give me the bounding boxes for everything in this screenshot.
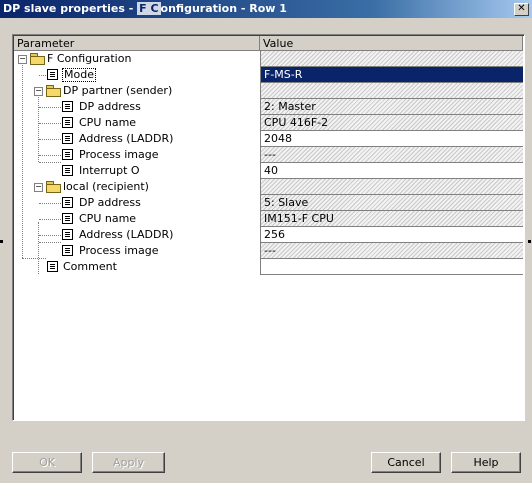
parameter-icon	[62, 101, 73, 112]
tree-line	[39, 242, 61, 243]
tree-line	[39, 155, 61, 156]
row-label: F Configuration	[47, 52, 132, 65]
row-label: local (recipient)	[63, 180, 149, 193]
tree-line	[39, 235, 61, 236]
parameter-icon	[62, 213, 73, 224]
row-label: Mode	[62, 68, 96, 82]
parameter-icon	[47, 69, 58, 80]
tree-line	[39, 107, 61, 108]
collapse-icon[interactable]: −	[34, 183, 43, 192]
row-label: DP partner (sender)	[63, 84, 173, 97]
tree-line	[39, 75, 46, 76]
tree-row-local-recipient[interactable]: − local (recipient)	[14, 179, 523, 195]
parameter-icon	[62, 165, 73, 176]
close-icon: ✕	[517, 3, 526, 14]
row-label: Address (LADDR)	[79, 228, 174, 241]
row-value[interactable]	[260, 259, 523, 275]
tree-line	[39, 203, 61, 204]
column-header-parameter[interactable]: Parameter	[14, 36, 260, 51]
row-value	[260, 179, 523, 195]
row-label: CPU name	[79, 116, 137, 129]
tree-row-comment[interactable]: Comment	[14, 259, 523, 275]
row-label: CPU name	[79, 212, 137, 225]
parameter-icon	[62, 197, 73, 208]
tree-row-cpu-name-local[interactable]: CPU name IM151-F CPU	[14, 211, 523, 227]
row-value: 2: Master	[260, 99, 523, 115]
row-label: DP address	[79, 196, 141, 209]
tree-row-address-laddr-local[interactable]: Address (LADDR) 256	[14, 227, 523, 243]
row-value[interactable]: 256	[260, 227, 523, 243]
tree-row-interrupt-ob[interactable]: Interrupt O 40	[14, 162, 523, 179]
help-button[interactable]: Help	[451, 452, 521, 473]
tree-line	[39, 123, 61, 124]
tree-row-address-laddr[interactable]: Address (LADDR) 2048	[14, 131, 523, 147]
parameter-icon	[62, 245, 73, 256]
folder-open-icon	[30, 53, 45, 65]
row-label: Comment	[63, 260, 117, 273]
row-label: Interrupt O	[79, 164, 140, 177]
row-label: Process image	[79, 244, 159, 257]
row-value: ---	[260, 147, 523, 163]
row-value	[260, 83, 523, 99]
parameter-table[interactable]: Parameter Value − F Configuration Mode F…	[12, 34, 525, 421]
row-value: 5: Slave	[260, 195, 523, 211]
title-bar[interactable]: DP slave properties - F Configuration - …	[0, 0, 532, 18]
row-value: ---	[260, 243, 523, 259]
parameter-icon	[47, 261, 58, 272]
row-label: Address (LADDR)	[79, 132, 174, 145]
parameter-icon	[62, 133, 73, 144]
tree-row-f-configuration[interactable]: − F Configuration	[14, 51, 523, 67]
parameter-icon	[62, 149, 73, 160]
tree-row-process-image-local[interactable]: Process image ---	[14, 242, 523, 259]
row-value: IM151-F CPU	[260, 211, 523, 227]
row-value	[260, 51, 523, 67]
tree-row-dp-address[interactable]: DP address 2: Master	[14, 99, 523, 115]
row-value: CPU 416F-2	[260, 115, 523, 131]
apply-button[interactable]: Apply	[92, 452, 165, 473]
window-title: DP slave properties - F Configuration - …	[3, 2, 287, 15]
collapse-icon[interactable]: −	[18, 55, 27, 64]
column-header-value[interactable]: Value	[260, 36, 523, 51]
row-value[interactable]: 40	[260, 163, 523, 179]
ok-button[interactable]: OK	[12, 452, 82, 473]
row-value-selected[interactable]: F-MS-R	[260, 67, 523, 83]
folder-open-icon	[46, 181, 61, 193]
tree-row-process-image[interactable]: Process image ---	[14, 147, 523, 163]
close-button[interactable]: ✕	[514, 3, 529, 16]
row-label: DP address	[79, 100, 141, 113]
resize-handle	[528, 240, 531, 243]
tree-row-dp-address-local[interactable]: DP address 5: Slave	[14, 195, 523, 211]
tree-line	[39, 139, 61, 140]
tree-row-cpu-name[interactable]: CPU name CPU 416F-2	[14, 115, 523, 131]
tree-row-mode[interactable]: Mode F-MS-R	[14, 67, 523, 83]
parameter-icon	[62, 229, 73, 240]
resize-handle	[0, 240, 3, 243]
tree-line	[39, 162, 61, 163]
folder-open-icon	[46, 85, 61, 97]
parameter-icon	[62, 117, 73, 128]
collapse-icon[interactable]: −	[34, 87, 43, 96]
tree-row-dp-partner[interactable]: − DP partner (sender)	[14, 83, 523, 99]
cancel-button[interactable]: Cancel	[371, 452, 441, 473]
row-label: Process image	[79, 148, 159, 161]
tree-line	[39, 219, 61, 220]
row-value[interactable]: 2048	[260, 131, 523, 147]
